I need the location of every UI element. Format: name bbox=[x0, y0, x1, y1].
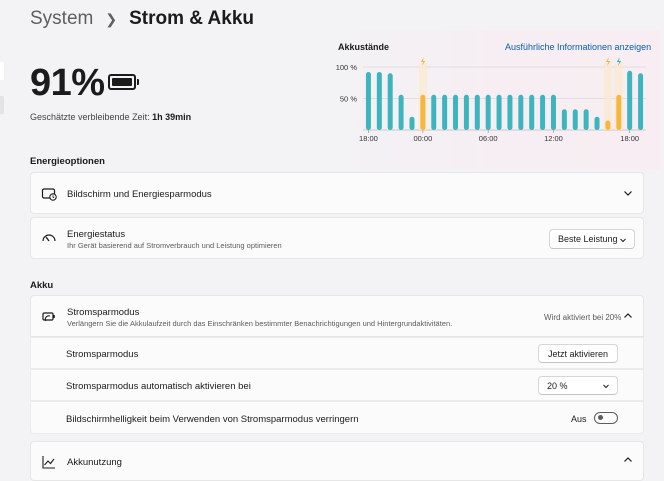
bar bbox=[594, 116, 600, 130]
bar bbox=[518, 94, 524, 130]
battery-icon bbox=[108, 74, 139, 90]
power-mode-card: Energiestatus Ihr Gerät basierend auf St… bbox=[30, 217, 644, 259]
bar bbox=[605, 120, 611, 130]
x-tick-label: 00:00 bbox=[413, 134, 432, 143]
power-mode-dropdown[interactable]: Beste Leistung bbox=[549, 229, 635, 249]
chart-icon bbox=[42, 456, 55, 469]
bar bbox=[529, 94, 535, 130]
remaining-time-value: 1h 39min bbox=[152, 112, 192, 122]
brightness-label: Bildschirmhelligkeit beim Verwenden von … bbox=[66, 414, 359, 425]
battery-saver-icon bbox=[42, 312, 55, 322]
battery-usage-card[interactable]: Akkunutzung bbox=[30, 441, 644, 481]
x-tick-label: 12:00 bbox=[544, 134, 563, 143]
chart-title: Akkustände bbox=[338, 42, 390, 52]
speedometer-icon bbox=[42, 234, 56, 242]
bar bbox=[409, 116, 415, 130]
breadcrumb: System ❯ Strom & Akku bbox=[30, 8, 254, 30]
power-mode-subtitle: Ihr Gerät basierend auf Stromverbrauch u… bbox=[67, 241, 282, 250]
chevron-down-icon[interactable] bbox=[621, 186, 635, 200]
section-heading-akku: Akku bbox=[30, 280, 54, 291]
bar bbox=[507, 94, 513, 130]
bar bbox=[442, 94, 448, 130]
bar bbox=[431, 94, 437, 130]
section-heading-energy: Energieoptionen bbox=[30, 156, 105, 167]
nav-pane-edge bbox=[0, 62, 4, 80]
bar bbox=[376, 72, 382, 130]
screen-sleep-card[interactable]: Bildschirm und Energiesparmodus bbox=[30, 172, 644, 214]
y-tick-label: 100 % bbox=[336, 63, 358, 72]
battery-saver-row-label: Stromsparmodus bbox=[66, 349, 139, 360]
x-tick-label: 06:00 bbox=[479, 134, 498, 143]
auto-activate-dropdown[interactable]: 20 % bbox=[538, 376, 618, 395]
chevron-up-icon[interactable] bbox=[621, 309, 635, 323]
activate-now-button[interactable]: Jetzt aktivieren bbox=[538, 344, 618, 363]
brightness-toggle[interactable] bbox=[594, 412, 618, 424]
auto-activate-row: Stromsparmodus automatisch aktivieren be… bbox=[30, 369, 644, 401]
chevron-up-icon[interactable] bbox=[621, 453, 635, 467]
chevron-down-icon bbox=[620, 238, 626, 243]
bar bbox=[496, 94, 502, 130]
bar bbox=[485, 94, 491, 130]
bar bbox=[420, 94, 426, 130]
power-mode-value: Beste Leistung bbox=[558, 234, 618, 244]
battery-percent: 91% bbox=[30, 62, 105, 104]
details-link[interactable]: Ausführliche Informationen anzeigen bbox=[505, 42, 651, 52]
brightness-row: Bildschirmhelligkeit beim Verwenden von … bbox=[30, 401, 644, 434]
bar bbox=[540, 94, 546, 130]
bar bbox=[463, 94, 469, 130]
y-tick-label: 50 % bbox=[340, 95, 357, 104]
auto-activate-label: Stromsparmodus automatisch aktivieren be… bbox=[66, 381, 251, 392]
bar bbox=[638, 73, 644, 130]
bar bbox=[627, 70, 633, 130]
screen-sleep-icon bbox=[41, 188, 57, 201]
bar bbox=[616, 94, 622, 130]
battery-usage-title: Akkunutzung bbox=[67, 457, 122, 468]
bar bbox=[474, 94, 480, 130]
bar bbox=[583, 109, 589, 130]
power-mode-title: Energiestatus bbox=[67, 229, 126, 240]
chevron-right-icon: ❯ bbox=[105, 10, 118, 27]
battery-level-chart: 100 % 50 % 18:00 00:00 06:00 12:00 18:00 bbox=[336, 57, 646, 143]
battery-saver-card[interactable]: Stromsparmodus Verlängern Sie die Akkula… bbox=[30, 295, 644, 337]
bar bbox=[387, 73, 393, 130]
brightness-toggle-state: Aus bbox=[571, 414, 587, 424]
battery-saver-subtitle: Verlängern Sie die Akkulaufzeit durch da… bbox=[67, 319, 453, 328]
nav-pane-edge bbox=[0, 96, 4, 114]
breadcrumb-root[interactable]: System bbox=[30, 8, 93, 30]
x-tick-label: 18:00 bbox=[359, 134, 378, 143]
charging-highlight bbox=[603, 63, 612, 130]
chevron-down-icon bbox=[603, 384, 609, 389]
screen-sleep-title: Bildschirm und Energiesparmodus bbox=[67, 189, 212, 200]
bar bbox=[561, 109, 567, 130]
battery-saver-status: Wird aktiviert bei 20% bbox=[544, 313, 622, 322]
bar bbox=[550, 94, 556, 130]
bar bbox=[365, 72, 371, 130]
battery-saver-title: Stromsparmodus bbox=[67, 307, 140, 318]
bar bbox=[453, 94, 459, 130]
battery-saver-row: Stromsparmodus Jetzt aktivieren bbox=[30, 337, 644, 369]
remaining-time: Geschätzte verbleibende Zeit: 1h 39min bbox=[30, 112, 191, 122]
auto-activate-value: 20 % bbox=[547, 380, 568, 391]
x-tick-label: 18:00 bbox=[620, 134, 639, 143]
remaining-time-label: Geschätzte verbleibende Zeit: bbox=[30, 112, 150, 122]
bar bbox=[572, 109, 578, 130]
bar bbox=[398, 94, 404, 130]
page-title: Strom & Akku bbox=[129, 8, 255, 29]
